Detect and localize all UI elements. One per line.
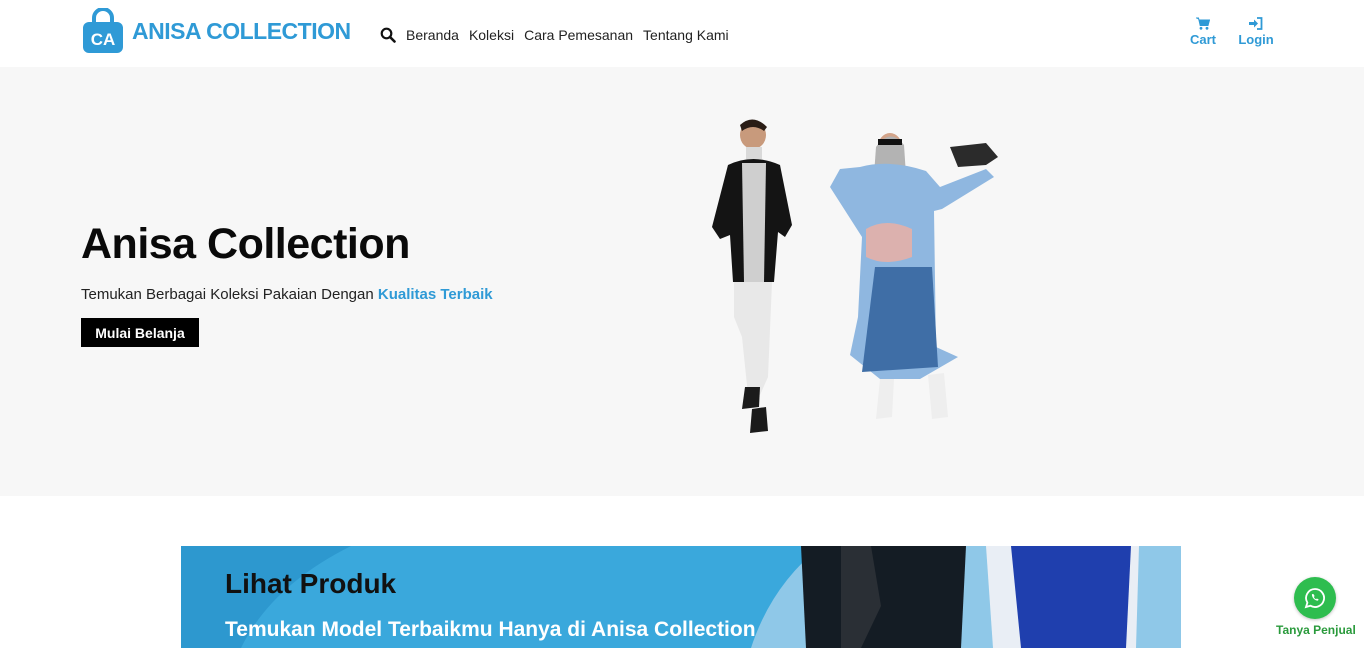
nav-item-tentang-kami[interactable]: Tentang Kami <box>643 27 729 43</box>
chat-label[interactable]: Tanya Penjual <box>1276 623 1356 637</box>
start-shopping-button[interactable]: Mulai Belanja <box>81 318 199 347</box>
nav-item-cara-pemesanan[interactable]: Cara Pemesanan <box>524 27 633 43</box>
svg-text:CA: CA <box>91 30 116 49</box>
nav-item-beranda[interactable]: Beranda <box>406 27 459 43</box>
cart-icon <box>1196 17 1210 30</box>
sign-in-icon <box>1249 17 1263 30</box>
products-banner[interactable]: Lihat Produk Temukan Model Terbaikmu Han… <box>181 546 1181 648</box>
female-model-figure <box>830 133 998 419</box>
whatsapp-icon <box>1304 588 1325 609</box>
site-header: CA ANISA COLLECTION Beranda Koleksi Cara… <box>0 0 1364 67</box>
hero-subtitle-text: Temukan Berbagai Koleksi Pakaian Dengan <box>81 286 378 303</box>
banner-title: Lihat Produk <box>225 568 397 599</box>
nav-item-koleksi[interactable]: Koleksi <box>469 27 514 43</box>
login-button[interactable]: Login <box>1238 17 1274 47</box>
cart-label: Cart <box>1189 32 1216 47</box>
header-actions: Cart Login <box>1188 17 1274 47</box>
hero-subtitle: Temukan Berbagai Koleksi Pakaian Dengan … <box>81 286 493 303</box>
main-nav: Beranda Koleksi Cara Pemesanan Tentang K… <box>380 27 739 43</box>
brand-name: ANISA COLLECTION <box>132 17 351 44</box>
whatsapp-chat-button[interactable] <box>1294 577 1336 619</box>
hero-title: Anisa Collection <box>81 220 410 268</box>
banner-model-dress <box>1011 546 1131 648</box>
shopping-bag-logo-icon: CA <box>82 7 124 54</box>
banner-model-jacket <box>801 546 966 648</box>
brand-logo[interactable]: CA ANISA COLLECTION <box>82 7 351 54</box>
banner-subtitle: Temukan Model Terbaikmu Hanya di Anisa C… <box>225 618 756 641</box>
male-model-figure <box>712 119 792 433</box>
hero-models-image <box>690 117 1010 447</box>
hero-section: Anisa Collection Temukan Berbagai Koleks… <box>0 67 1364 496</box>
login-label: Login <box>1238 32 1274 47</box>
cart-button[interactable]: Cart <box>1188 17 1218 47</box>
hero-subtitle-highlight: Kualitas Terbaik <box>377 286 493 303</box>
search-icon[interactable] <box>380 27 396 43</box>
